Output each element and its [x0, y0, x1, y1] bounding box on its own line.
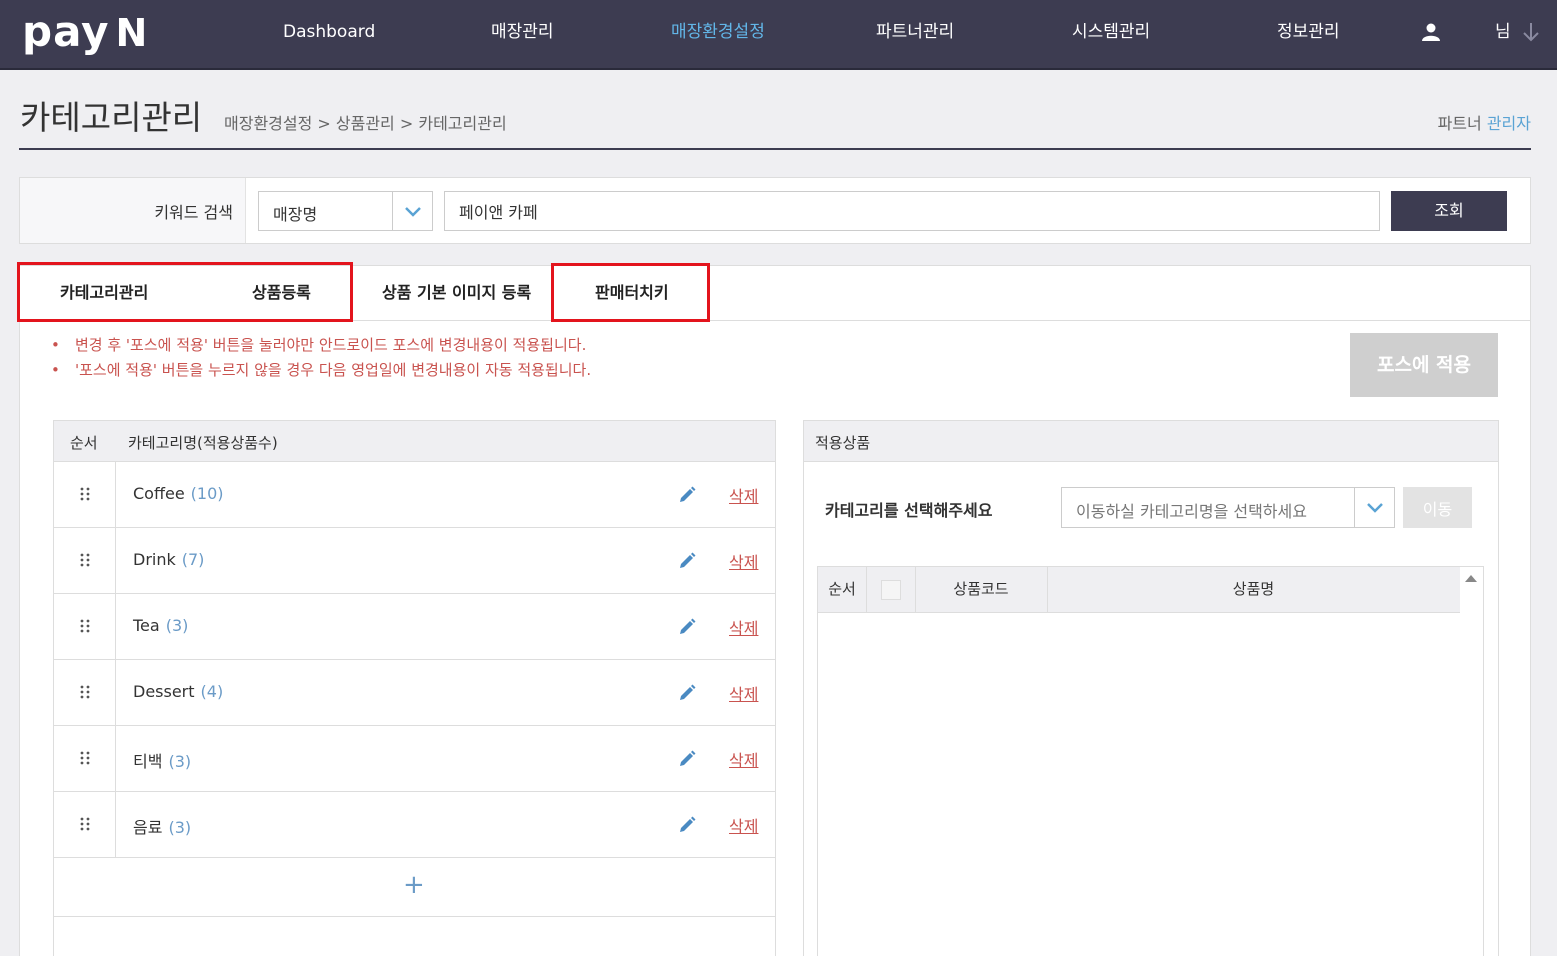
- pencil-icon[interactable]: [678, 486, 696, 504]
- page-title: 카테고리관리: [20, 98, 203, 137]
- header-order: 순서: [828, 580, 856, 598]
- chevron-down-icon[interactable]: [392, 192, 432, 230]
- user-name[interactable]: 님: [1495, 20, 1511, 44]
- category-name: Coffee (10): [133, 484, 224, 503]
- main-panel: 카테고리관리 상품등록 상품 기본 이미지 등록 판매터치키 변경 후 '포스에…: [17, 262, 1531, 956]
- delete-link[interactable]: 삭제: [729, 747, 758, 771]
- drag-handle-icon[interactable]: [80, 751, 90, 765]
- pencil-icon[interactable]: [678, 816, 696, 834]
- payn-logo[interactable]: pay N: [22, 8, 148, 56]
- category-name: Dessert (4): [133, 682, 224, 701]
- table-row: 티백 (3) 삭제: [54, 726, 775, 792]
- category-select-label: 카테고리를 선택해주세요: [825, 501, 993, 520]
- drag-handle[interactable]: [54, 660, 116, 725]
- product-count: (7): [181, 550, 205, 569]
- target-category-select[interactable]: 이동하실 카테고리명을 선택하세요: [1061, 487, 1395, 528]
- title-divider: [19, 148, 1531, 150]
- notice-line-1: 변경 후 '포스에 적용' 버튼을 눌러야만 안드로이드 포스에 변경내용이 적…: [51, 335, 586, 355]
- apply-to-pos-button[interactable]: 포스에 적용: [1350, 333, 1498, 397]
- table-row: Tea (3) 삭제: [54, 594, 775, 660]
- table-row: Coffee (10) 삭제: [54, 462, 775, 528]
- search-button[interactable]: 조회: [1391, 191, 1507, 231]
- breadcrumb: 매장환경설정 > 상품관리 > 카테고리관리: [224, 114, 507, 133]
- applied-products-title: 적용상품: [815, 434, 871, 452]
- delete-link[interactable]: 삭제: [729, 549, 758, 573]
- delete-link[interactable]: 삭제: [729, 483, 758, 507]
- product-count: (10): [190, 484, 224, 503]
- category-name: Tea (3): [133, 616, 189, 635]
- category-name: Drink (7): [133, 550, 205, 569]
- delete-link[interactable]: 삭제: [729, 615, 758, 639]
- table-row: 음료 (3) 삭제: [54, 792, 775, 858]
- notice-line-2: '포스에 적용' 버튼을 누르지 않을 경우 다음 영업일에 변경내용이 자동 …: [51, 360, 591, 380]
- search-label-cell: 키워드 검색: [20, 178, 246, 243]
- plus-icon[interactable]: +: [403, 870, 425, 900]
- applied-products-table: 순서 상품코드 상품명: [817, 566, 1484, 956]
- nav-system-management[interactable]: 시스템관리: [1072, 20, 1150, 44]
- nav-partner-management[interactable]: 파트너관리: [876, 20, 954, 44]
- drag-handle[interactable]: [54, 594, 116, 659]
- applied-products-header: 적용상품: [804, 421, 1498, 462]
- search-type-select[interactable]: 매장명: [258, 191, 433, 231]
- pencil-icon[interactable]: [678, 684, 696, 702]
- product-count: (3): [165, 616, 189, 635]
- search-input[interactable]: [444, 191, 1380, 231]
- category-name: 음료 (3): [133, 818, 192, 837]
- pencil-icon[interactable]: [678, 552, 696, 570]
- drag-handle[interactable]: [54, 726, 116, 791]
- header-category-name: 카테고리명(적용상품수): [128, 434, 278, 452]
- table-row: Dessert (4) 삭제: [54, 660, 775, 726]
- drag-handle-icon[interactable]: [80, 553, 90, 567]
- applied-products-panel: 적용상품 카테고리를 선택해주세요 이동하실 카테고리명을 선택하세요 이동 순…: [803, 420, 1499, 956]
- search-type-value: 매장명: [273, 205, 318, 224]
- add-category-row[interactable]: +: [54, 857, 775, 917]
- move-button[interactable]: 이동: [1403, 487, 1472, 528]
- nav-store-settings[interactable]: 매장환경설정: [671, 20, 765, 44]
- applied-products-table-header: 순서 상품코드 상품명: [818, 567, 1460, 613]
- arrow-down-icon[interactable]: [1521, 21, 1541, 43]
- pencil-icon[interactable]: [678, 618, 696, 636]
- drag-handle-icon[interactable]: [80, 619, 90, 633]
- drag-handle-icon[interactable]: [80, 685, 90, 699]
- search-label: 키워드 검색: [154, 203, 233, 222]
- drag-handle[interactable]: [54, 792, 116, 857]
- user-icon[interactable]: [1421, 22, 1441, 42]
- scroll-up-icon[interactable]: [1464, 573, 1478, 583]
- category-table-header: 순서 카테고리명(적용상품수): [54, 421, 775, 462]
- tab-product-default-image[interactable]: 상품 기본 이미지 등록: [382, 282, 531, 304]
- product-count: (3): [168, 752, 192, 771]
- product-count: (4): [200, 682, 224, 701]
- drag-handle-icon[interactable]: [80, 487, 90, 501]
- drag-handle-icon[interactable]: [80, 817, 90, 831]
- delete-link[interactable]: 삭제: [729, 681, 758, 705]
- top-navbar: pay N Dashboard 매장관리 매장환경설정 파트너관리 시스템관리 정…: [0, 0, 1557, 70]
- chevron-down-icon[interactable]: [1354, 488, 1394, 527]
- header-product-name: 상품명: [1232, 580, 1275, 598]
- category-name: 티백 (3): [133, 752, 192, 771]
- select-all-checkbox[interactable]: [881, 580, 901, 600]
- search-panel: 키워드 검색 매장명 조회: [19, 177, 1531, 244]
- nav-info-management[interactable]: 정보관리: [1277, 20, 1340, 44]
- table-row: Drink (7) 삭제: [54, 528, 775, 594]
- header-product-code: 상품코드: [953, 580, 1009, 598]
- highlight-box-touch-key: [551, 263, 710, 322]
- header-order: 순서: [70, 434, 98, 452]
- product-count: (3): [168, 818, 192, 837]
- target-category-placeholder: 이동하실 카테고리명을 선택하세요: [1076, 502, 1307, 521]
- highlight-box-tabs: [17, 262, 353, 322]
- drag-handle[interactable]: [54, 462, 116, 527]
- nav-store-management[interactable]: 매장관리: [491, 20, 554, 44]
- nav-dashboard[interactable]: Dashboard: [283, 20, 375, 44]
- category-table: 순서 카테고리명(적용상품수) Coffee (10) 삭제 Drink (7) 삭…: [53, 420, 776, 956]
- pencil-icon[interactable]: [678, 750, 696, 768]
- delete-link[interactable]: 삭제: [729, 813, 758, 837]
- drag-handle[interactable]: [54, 528, 116, 593]
- user-role: 파트너 관리자: [1437, 114, 1531, 133]
